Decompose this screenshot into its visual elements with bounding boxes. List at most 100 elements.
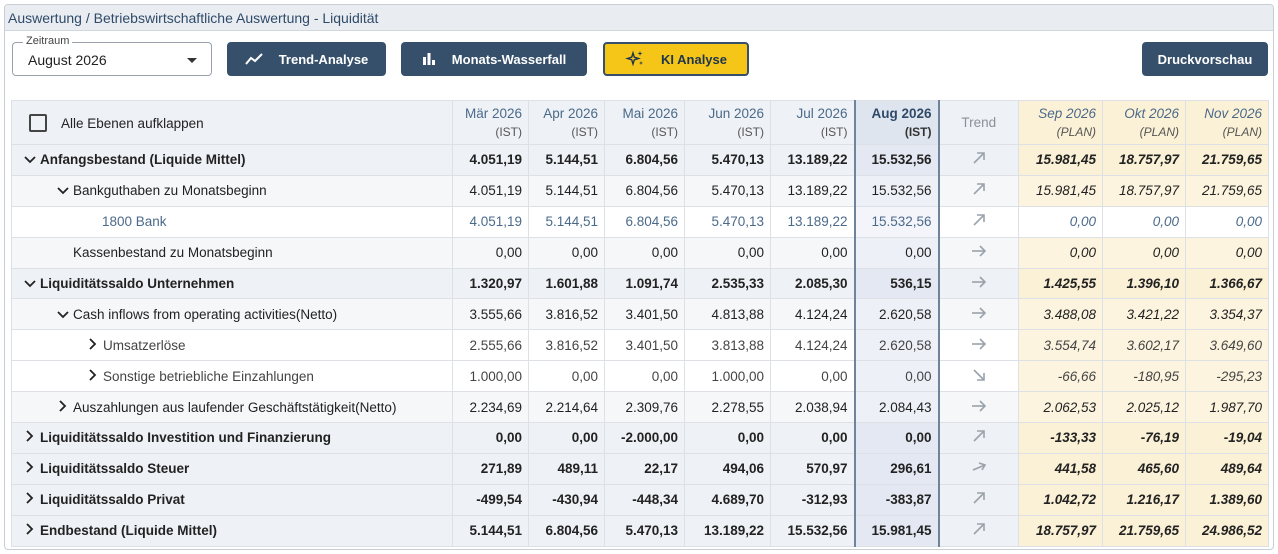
plan-value-cell: -295,23 [1185,360,1269,393]
plan-value-cell: 0,00 [1185,236,1269,269]
plan-value-cell: -180,95 [1102,360,1186,393]
plan-value-cell: 0,00 [1018,236,1103,269]
col-header-nov: Nov 2026 (PLAN) [1185,100,1269,145]
trend-cell [938,329,1019,362]
table-row[interactable]: Liquiditätssaldo Privat -499,54 -430,94 -44… [11,483,1269,516]
ist-value-cell: 5.144,51 [528,144,605,176]
druckvorschau-label: Druckvorschau [1157,51,1253,67]
table-row[interactable]: Liquiditätssaldo Steuer 271,89 489,11 22,17… [11,452,1269,485]
ist-value-cell: 4.124,24 [770,298,855,331]
ist-value-cell: 4.051,19 [452,174,529,207]
table-row[interactable]: Endbestand (Liquide Mittel) 5.144,51 6.804… [11,514,1269,547]
ist-value-cell: 489,11 [528,452,605,485]
trend-cell [938,174,1019,207]
ist-value-cell: 4.813,88 [684,298,771,331]
ist-value-cell: 0,00 [528,360,605,393]
ist-value-cell: 0,00 [452,422,529,454]
ist-value-cell: 13.189,22 [770,144,855,176]
ki-analyse-button[interactable]: KI Analyse [603,42,749,76]
page-title: Auswertung / Betriebswirtschaftliche Aus… [8,10,379,26]
table-row[interactable]: Liquiditätssaldo Unternehmen 1.320,97 1.60… [11,267,1269,300]
title-bar: Auswertung / Betriebswirtschaftliche Aus… [5,5,1273,31]
row-label: Liquiditätssaldo Investition und Finanzi… [40,430,332,446]
ist-value-cell: 2.555,66 [452,329,529,362]
chevron-right-icon[interactable] [57,399,69,415]
ist-value-cell: 0,00 [853,360,940,393]
table-row[interactable]: Bankguthaben zu Monatsbeginn 4.051,19 5.14… [11,174,1269,207]
ist-value-cell: 0,00 [853,422,940,454]
table-row[interactable]: Sonstige betriebliche Einzahlungen 1.000,… [11,360,1269,393]
trend-analyse-button[interactable]: Trend-Analyse [227,42,386,76]
arrow-right-icon [971,338,987,355]
ist-value-cell: 2.309,76 [604,391,685,424]
ist-value-cell: 0,00 [770,236,855,269]
table-row[interactable]: Auszahlungen aus laufender Geschäftstäti… [11,391,1269,424]
table-row[interactable]: Liquiditätssaldo Investition und Finanzi… [11,422,1269,454]
expand-all-label: Alle Ebenen aufklappen [61,115,204,131]
arrow-right-icon [971,245,987,262]
ist-value-cell: 1.091,74 [604,267,685,300]
chevron-down-icon[interactable] [57,307,69,322]
row-label: Liquiditätssaldo Privat [40,492,185,508]
ist-value-cell: 0,00 [770,422,855,454]
table-row[interactable]: 1800 Bank 4.051,19 5.144,51 6.804,56 5.470,1… [11,205,1269,238]
ist-value-cell: 4.051,19 [452,144,529,176]
ist-value-cell: 5.144,51 [528,174,605,207]
ist-value-cell: 6.804,56 [604,174,685,207]
chevron-right-icon[interactable] [24,461,36,476]
row-label-cell: Cash inflows from operating activities(N… [11,298,453,331]
ist-value-cell: 0,00 [684,236,771,269]
ist-value-cell: 2.620,58 [853,329,940,362]
chevron-right-icon[interactable] [24,492,36,507]
row-label: Auszahlungen aus laufender Geschäftstäti… [73,399,397,415]
table-body: Anfangsbestand (Liquide Mittel) 4.051,19 5… [11,144,1269,547]
table-row[interactable]: Kassenbestand zu Monatsbeginn 0,00 0,00 0,0… [11,236,1269,269]
arrow-up-right-icon [971,492,987,509]
plan-value-cell: 24.986,52 [1185,514,1269,547]
ist-value-cell: 4.051,19 [452,205,529,238]
ist-value-cell: -448,34 [604,483,685,516]
row-label: Kassenbestand zu Monatsbeginn [73,245,273,261]
ist-value-cell: 13.189,22 [684,514,771,547]
ist-value-cell: -499,54 [452,483,529,516]
arrow-slight-up-icon [971,462,987,478]
table-row[interactable]: Cash inflows from operating activities(N… [11,298,1269,331]
chevron-down-icon[interactable] [57,183,69,198]
row-label-cell: Endbestand (Liquide Mittel) [11,514,453,547]
plan-value-cell: -133,33 [1018,422,1103,454]
table-row[interactable]: Umsatzerlöse 2.555,66 3.816,52 3.401,50 3.81… [11,329,1269,362]
row-label-cell: Kassenbestand zu Monatsbeginn [11,236,453,269]
chevron-right-icon[interactable] [87,369,99,384]
ist-value-cell: -430,94 [528,483,605,516]
trend-cell [938,483,1019,516]
chevron-down-icon[interactable] [24,276,36,291]
ist-value-cell: 0,00 [684,422,771,454]
trend-cell [938,452,1019,485]
monats-wasserfall-button[interactable]: Monats-Wasserfall [401,42,587,76]
bar-chart-icon [422,53,435,65]
chevron-right-icon[interactable] [24,430,36,445]
row-label: Bankguthaben zu Monatsbeginn [73,183,267,199]
druckvorschau-button[interactable]: Druckvorschau [1142,42,1268,76]
row-label-cell: Liquiditätssaldo Steuer [11,452,453,485]
liquidity-table: Alle Ebenen aufklappen Mär 2026 (IST) Apr… [11,100,1269,547]
plan-value-cell: 1.396,10 [1102,267,1186,300]
zeitraum-select[interactable]: Zeitraum August 2026 [12,35,212,76]
row-label-cell: Anfangsbestand (Liquide Mittel) [11,144,453,176]
expand-all-cell[interactable]: Alle Ebenen aufklappen [11,100,453,145]
plan-value-cell: 1.366,67 [1185,267,1269,300]
plan-value-cell: 1.425,55 [1018,267,1103,300]
row-label-cell: Auszahlungen aus laufender Geschäftstäti… [11,391,453,424]
chevron-right-icon[interactable] [24,523,36,538]
trend-cell [938,267,1019,300]
chevron-down-icon[interactable] [24,152,36,167]
col-header-mai: Mai 2026 (IST) [604,100,685,145]
expand-all-checkbox[interactable] [29,113,47,132]
zeitraum-label: Zeitraum [23,35,73,47]
ist-value-cell: 3.816,52 [528,329,605,362]
row-label-cell: Liquiditätssaldo Privat [11,483,453,516]
trend-cell [938,514,1019,547]
chevron-right-icon[interactable] [87,338,99,353]
table-row[interactable]: Anfangsbestand (Liquide Mittel) 4.051,19 5… [11,144,1269,176]
ist-value-cell: 5.470,13 [684,144,771,176]
